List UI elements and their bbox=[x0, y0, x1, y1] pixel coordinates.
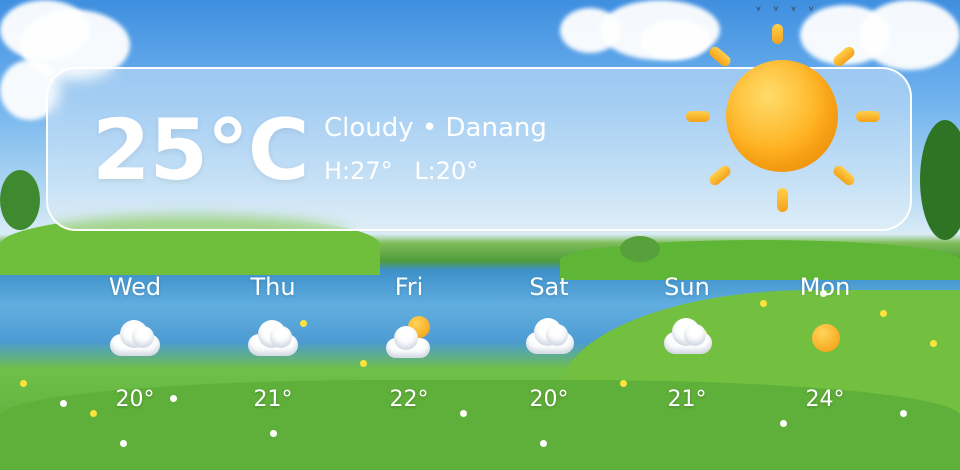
day-temp: 24° bbox=[805, 387, 845, 412]
day-name: Fri bbox=[394, 273, 424, 301]
partly-sunny-icon bbox=[354, 316, 464, 366]
cloud-icon bbox=[80, 316, 190, 366]
birds-decoration: ᵛ ᵛ ᵛ ᵛ bbox=[756, 4, 819, 19]
day-name: Wed bbox=[108, 273, 162, 301]
forecast-day: Mon 24° bbox=[770, 272, 880, 414]
forecast-day: Fri 22° bbox=[354, 272, 464, 414]
rain-cloud-icon bbox=[494, 316, 604, 366]
high-low: H:27° L:20° bbox=[324, 157, 492, 185]
forecast-day: Sat 20° bbox=[494, 272, 604, 414]
day-temp: 21° bbox=[667, 387, 707, 412]
forecast-day: Sun 21° bbox=[632, 272, 742, 414]
condition-location: Cloudy • Danang bbox=[324, 113, 547, 143]
sun-icon bbox=[770, 316, 880, 366]
day-temp: 20° bbox=[529, 387, 569, 412]
day-temp: 20° bbox=[115, 387, 155, 412]
forecast-day: Wed 20° bbox=[80, 272, 190, 414]
forecast-day: Thu 21° bbox=[218, 272, 328, 414]
day-name: Sun bbox=[664, 273, 710, 301]
day-temp: 22° bbox=[389, 387, 429, 412]
current-temperature: 25°C bbox=[92, 101, 310, 199]
forecast-row: Wed 20° Thu 21° Fri 22° Sat 20° Sun 21° … bbox=[0, 272, 960, 412]
day-name: Thu bbox=[250, 273, 296, 301]
high-temp: H:27° bbox=[324, 157, 393, 185]
rain-cloud-icon bbox=[632, 316, 742, 366]
cloud-icon bbox=[218, 316, 328, 366]
day-name: Mon bbox=[799, 273, 851, 301]
day-temp: 21° bbox=[253, 387, 293, 412]
low-temp: L:20° bbox=[414, 157, 479, 185]
day-name: Sat bbox=[529, 273, 569, 301]
